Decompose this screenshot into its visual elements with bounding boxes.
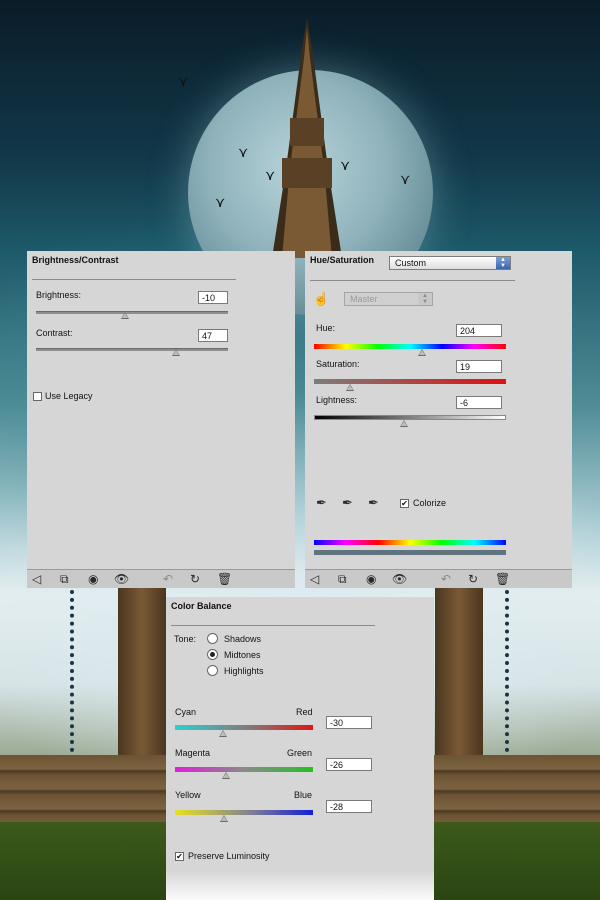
contrast-slider-track[interactable] [36, 348, 228, 351]
output-color-range-bar [314, 550, 506, 555]
preserve-luminosity-label: Preserve Luminosity [188, 851, 270, 861]
contrast-input[interactable]: 47 [198, 329, 228, 342]
stone-pillar [118, 585, 166, 765]
cyan-red-input[interactable]: -30 [326, 716, 372, 729]
back-arrow-icon[interactable]: ◁ [310, 572, 319, 586]
color-balance-panel: Color Balance Tone: Shadows Midtones Hig… [166, 597, 434, 900]
blue-label: Blue [294, 790, 313, 800]
tone-radio-highlights[interactable] [207, 665, 218, 676]
hue-slider-thumb[interactable] [418, 349, 426, 356]
lightness-slider-track[interactable] [314, 415, 506, 420]
visibility-icon[interactable]: ◉ [366, 572, 376, 586]
chevron-updown-icon: ▲ ▼ [418, 293, 432, 305]
stone-pillar [435, 585, 483, 765]
green-label: Green [287, 748, 313, 758]
target-adjust-hand-icon[interactable]: ☝ [313, 292, 329, 306]
brightness-slider-thumb[interactable] [121, 312, 129, 319]
red-label: Red [296, 707, 313, 717]
yellow-blue-slider-thumb[interactable] [220, 815, 228, 822]
saturation-slider-thumb[interactable] [346, 384, 354, 391]
tone-highlights-label: Highlights [224, 666, 264, 676]
eye-icon[interactable]: 👁 [114, 572, 129, 586]
colorize-label: Colorize [413, 498, 447, 508]
divider [32, 279, 236, 280]
yellow-blue-input[interactable]: -28 [326, 800, 372, 813]
trash-icon[interactable]: 🗑 [217, 572, 232, 586]
chain [70, 590, 90, 760]
bird: ⋎ [238, 144, 249, 160]
preset-value: Custom [395, 258, 427, 268]
brightness-label: Brightness: [36, 290, 82, 300]
channel-dropdown[interactable]: Master ▲ ▼ [344, 292, 433, 306]
yellow-blue-slider-track[interactable] [175, 810, 313, 815]
panel-title: Brightness/Contrast [32, 255, 119, 265]
brightness-contrast-panel: Brightness/Contrast Brightness: -10 Cont… [27, 251, 295, 588]
bird: ⋎ [178, 73, 189, 89]
contrast-slider-thumb[interactable] [172, 349, 180, 356]
panel-footer: ◁ ⧉ ◉ 👁 ↶ ↻ 🗑 [27, 569, 295, 588]
castle-spire [272, 18, 342, 258]
magenta-green-slider-thumb[interactable] [222, 772, 230, 779]
contrast-label: Contrast: [36, 328, 73, 338]
eyedropper-add-icon[interactable]: ✒ [342, 496, 353, 510]
lightness-label: Lightness: [316, 395, 358, 405]
tone-radio-midtones[interactable] [207, 649, 218, 660]
panel-footer: ◁ ⧉ ◉ 👁 ↶ ↻ 🗑 [305, 569, 572, 588]
preserve-luminosity-checkbox[interactable]: ✔ [175, 852, 184, 861]
brightness-input[interactable]: -10 [198, 291, 228, 304]
bird: ⋎ [215, 194, 226, 210]
cyan-red-slider-thumb[interactable] [219, 730, 227, 737]
clip-to-layer-icon[interactable]: ⧉ [60, 572, 69, 586]
tone-radio-shadows[interactable] [207, 633, 218, 644]
reset-icon[interactable]: ↻ [190, 572, 200, 586]
bird: ⋎ [265, 167, 276, 183]
preset-dropdown[interactable]: Custom ▲ ▼ [389, 256, 511, 270]
cyan-red-slider-track[interactable] [175, 725, 313, 730]
hue-slider-track[interactable] [314, 344, 506, 349]
clip-to-layer-icon[interactable]: ⧉ [338, 572, 347, 586]
tone-shadows-label: Shadows [224, 634, 262, 644]
previous-state-icon[interactable]: ↶ [163, 572, 173, 586]
divider [310, 280, 515, 281]
magenta-label: Magenta [175, 748, 211, 758]
use-legacy-checkbox[interactable] [33, 392, 42, 401]
visibility-icon[interactable]: ◉ [88, 572, 98, 586]
divider [171, 625, 375, 626]
chain [505, 590, 525, 760]
back-arrow-icon[interactable]: ◁ [32, 572, 41, 586]
hue-saturation-panel: Hue/Saturation Custom ▲ ▼ ☝ Master ▲ ▼ Hue… [305, 251, 572, 588]
cyan-label: Cyan [175, 707, 197, 717]
brightness-slider-track[interactable] [36, 311, 228, 314]
lightness-slider-thumb[interactable] [400, 420, 408, 427]
previous-state-icon[interactable]: ↶ [441, 572, 451, 586]
tone-label: Tone: [174, 634, 197, 644]
panel-title: Color Balance [171, 601, 232, 611]
eyedropper-subtract-icon[interactable]: ✒ [368, 496, 379, 510]
eye-icon[interactable]: 👁 [392, 572, 407, 586]
chevron-updown-icon: ▲ ▼ [496, 257, 510, 269]
eyedropper-icon[interactable]: ✒ [316, 496, 327, 510]
panel-fade [166, 870, 434, 900]
input-color-range-bar [314, 540, 506, 545]
yellow-label: Yellow [175, 790, 201, 800]
saturation-slider-track[interactable] [314, 379, 506, 384]
use-legacy-label: Use Legacy [45, 391, 93, 401]
magenta-green-input[interactable]: -26 [326, 758, 372, 771]
reset-icon[interactable]: ↻ [468, 572, 478, 586]
hue-input[interactable]: 204 [456, 324, 502, 337]
lightness-input[interactable]: -6 [456, 396, 502, 409]
panel-title: Hue/Saturation [310, 255, 375, 265]
saturation-input[interactable]: 19 [456, 360, 502, 373]
magenta-green-slider-track[interactable] [175, 767, 313, 772]
channel-value: Master [350, 294, 378, 304]
hue-label: Hue: [316, 323, 336, 333]
saturation-label: Saturation: [316, 359, 360, 369]
bird: ⋎ [340, 157, 351, 173]
tone-midtones-label: Midtones [224, 650, 261, 660]
bird: ⋎ [400, 171, 411, 187]
trash-icon[interactable]: 🗑 [495, 572, 510, 586]
colorize-checkbox[interactable]: ✔ [400, 499, 409, 508]
